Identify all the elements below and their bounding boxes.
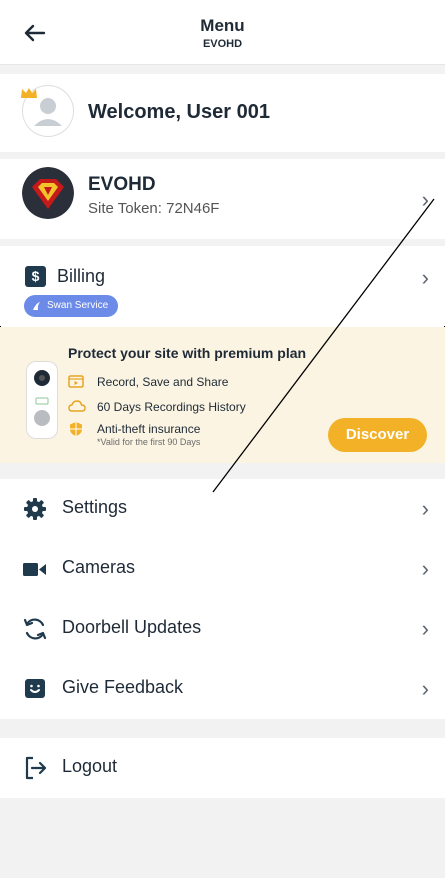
chevron-right-icon: › — [421, 616, 429, 641]
cloud-icon — [68, 400, 86, 412]
menu-item-settings[interactable]: Settings › — [0, 479, 445, 539]
welcome-text: Welcome, User 001 — [88, 101, 270, 123]
separator — [0, 152, 445, 159]
crown-icon — [21, 88, 37, 98]
menu-item-cameras[interactable]: Cameras › — [0, 539, 445, 599]
site-name: EVOHD — [88, 174, 156, 195]
header: Menu EVOHD — [0, 0, 445, 65]
logout-icon — [25, 756, 47, 780]
discover-button[interactable]: Discover — [328, 418, 427, 452]
record-icon — [68, 375, 84, 388]
menu-label: Settings — [62, 497, 128, 517]
separator — [0, 463, 445, 479]
video-camera-icon — [23, 563, 46, 576]
feedback-icon — [25, 679, 45, 698]
chevron-right-icon: › — [421, 265, 429, 290]
refresh-icon — [23, 618, 47, 640]
chevron-right-icon: › — [421, 676, 429, 701]
bottom-filler — [0, 798, 445, 878]
menu-label: Give Feedback — [62, 677, 184, 697]
menu-item-logout[interactable]: Logout — [0, 738, 445, 798]
site-logo — [22, 167, 74, 219]
page-title: Menu — [200, 16, 245, 35]
promo-note: *Valid for the first 90 Days — [97, 437, 201, 447]
dollar-icon: $ — [25, 266, 46, 287]
chevron-right-icon: › — [421, 187, 429, 212]
page-subtitle: EVOHD — [202, 38, 243, 50]
swan-service-badge: Swan Service — [24, 295, 119, 317]
menu-item-doorbell-updates[interactable]: Doorbell Updates › — [0, 599, 445, 659]
separator — [0, 719, 445, 738]
shield-icon — [70, 422, 82, 436]
menu-item-give-feedback[interactable]: Give Feedback › — [0, 659, 445, 719]
chevron-right-icon: › — [421, 556, 429, 581]
site-token: Site Token: 72N46F — [88, 200, 220, 217]
menu-label: Cameras — [62, 557, 136, 577]
menu-label: Logout — [62, 756, 118, 776]
gear-icon — [24, 498, 46, 520]
doorbell-device-icon — [26, 361, 58, 439]
chevron-right-icon: › — [421, 496, 429, 521]
badge-label: Swan Service — [47, 300, 109, 311]
separator — [0, 65, 445, 74]
promo-title: Protect your site with premium plan — [68, 345, 307, 361]
separator — [0, 239, 445, 246]
swan-icon — [33, 302, 40, 310]
billing-label: Billing — [57, 266, 106, 286]
menu-label: Doorbell Updates — [62, 617, 202, 637]
